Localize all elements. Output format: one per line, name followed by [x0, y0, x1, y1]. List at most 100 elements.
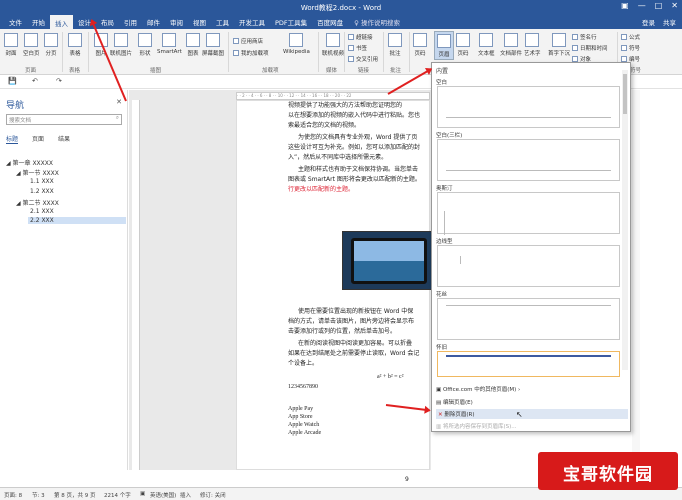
textbox-button[interactable]: 文本框: [478, 33, 495, 57]
body-text: 入”，然后从不同库中选择所需元素。: [288, 154, 388, 161]
search-document-input[interactable]: 搜索文档 ⌕: [6, 114, 122, 125]
store-button[interactable]: 应用商店: [233, 37, 263, 45]
page-break-button[interactable]: 分页: [44, 33, 58, 57]
tab-view[interactable]: 视图: [188, 16, 211, 28]
undo-icon[interactable]: ↶: [32, 77, 38, 85]
cover-page-icon: [4, 33, 18, 47]
minimize-button[interactable]: —: [638, 1, 646, 10]
group-symbols-label: 符号: [630, 68, 642, 74]
equation-button[interactable]: 公式: [621, 33, 640, 41]
page-number-button[interactable]: 页码: [456, 33, 470, 57]
cover-page-button[interactable]: 封面: [4, 33, 18, 57]
outline-item[interactable]: ◢ 第二节 XXXX: [16, 198, 59, 207]
outline-item[interactable]: ◢ 第一节 XXXX: [16, 168, 59, 177]
dropcap-button[interactable]: 首字下沉: [548, 33, 570, 57]
footer-number-button[interactable]: 页码: [413, 33, 427, 57]
tablet-picture[interactable]: [342, 231, 434, 290]
menu-edit-header[interactable]: ▤ 编辑页眉(E): [436, 398, 473, 406]
status-page[interactable]: 页面: 8: [4, 491, 22, 499]
date-time-button[interactable]: 日期和时间: [572, 44, 608, 52]
tab-insert[interactable]: 插入: [50, 15, 73, 29]
menu-more-headers[interactable]: ▣ Office.com 中的其他页眉(M) ›: [436, 385, 520, 393]
online-video-button[interactable]: 联机视频: [322, 33, 344, 57]
docparts-button[interactable]: 文档部件: [500, 33, 522, 57]
header-style-austin[interactable]: [437, 192, 620, 235]
body-text-red: 行更改以匹配新的主题。: [288, 186, 355, 193]
tell-me-search[interactable]: ♀ 操作说明搜索: [354, 17, 400, 27]
dropcap-label: 首字下沉: [548, 51, 571, 57]
outline-label: 第一章 XXXXX: [12, 160, 53, 167]
tab-layout[interactable]: 布局: [96, 16, 119, 28]
close-button[interactable]: ✕: [671, 1, 678, 10]
docparts-icon: [504, 33, 518, 47]
wikipedia-button[interactable]: Wikipedia: [283, 33, 310, 55]
nav-tab-headings[interactable]: 标题: [6, 134, 19, 144]
shapes-button[interactable]: 形状: [138, 33, 152, 57]
outline-item-selected[interactable]: 2.2 XXX: [28, 217, 126, 224]
close-icon[interactable]: ✕: [116, 98, 122, 106]
list-item: App Store: [288, 414, 313, 420]
gallery-scroll-thumb[interactable]: [623, 74, 627, 114]
page-break-label: 分页: [45, 51, 57, 57]
proofing-icon[interactable]: ▣: [140, 491, 145, 497]
vertical-scrollbar[interactable]: [632, 90, 640, 470]
table-button[interactable]: 表格: [68, 33, 82, 57]
outline-item[interactable]: 1.1 XXX: [30, 178, 54, 185]
smartart-button[interactable]: SmartArt: [157, 33, 182, 55]
signature-line-button[interactable]: 签名行: [572, 33, 597, 41]
save-icon[interactable]: 💾: [8, 77, 17, 85]
outline-item[interactable]: ◢ 第一章 XXXXX: [6, 158, 53, 167]
screenshot-button[interactable]: 屏幕截图: [202, 33, 224, 57]
status-track-changes[interactable]: 修订: 关闭: [200, 491, 226, 499]
share-button[interactable]: 共享: [663, 17, 676, 27]
blank-page-button[interactable]: 空白页: [23, 33, 40, 57]
tab-baidu-netdisk[interactable]: 百度网盘: [312, 16, 348, 28]
outline-item[interactable]: 2.1 XXX: [30, 208, 54, 215]
menu-remove-header[interactable]: ✕ 删除页眉(R): [436, 409, 628, 419]
chart-button[interactable]: 图表: [186, 33, 200, 57]
nav-tab-pages[interactable]: 页面: [32, 134, 44, 144]
header-style-filigree[interactable]: [437, 298, 620, 340]
redo-icon[interactable]: ↷: [56, 77, 62, 85]
ribbon-separator: [88, 32, 89, 72]
my-addins-button[interactable]: 我的加载项: [233, 49, 269, 57]
header-button[interactable]: 页眉: [434, 31, 454, 60]
status-section[interactable]: 节: 3: [32, 491, 45, 499]
tab-file[interactable]: 文件: [4, 16, 27, 28]
remove-icon: ✕: [438, 412, 443, 418]
header-style-blank[interactable]: [437, 86, 620, 128]
gallery-scrollbar[interactable]: [622, 70, 628, 370]
maximize-button[interactable]: □: [655, 1, 663, 10]
symbol-button[interactable]: 符号: [621, 44, 640, 52]
bookmark-button[interactable]: 书签: [348, 44, 367, 52]
navigation-title: 导航: [6, 101, 25, 111]
dropcap-icon: [552, 33, 566, 47]
tab-tools[interactable]: 工具: [211, 16, 234, 28]
hyperlink-button[interactable]: 超链接: [348, 33, 373, 41]
outline-label: 1.2 XXX: [30, 188, 54, 195]
tab-references[interactable]: 引用: [119, 16, 142, 28]
tab-developer[interactable]: 开发工具: [234, 16, 270, 28]
docparts-label: 文档部件: [500, 51, 523, 57]
tab-mailings[interactable]: 邮件: [142, 16, 165, 28]
comment-button[interactable]: 批注: [388, 33, 402, 57]
status-insert-mode[interactable]: 插入: [180, 491, 191, 499]
tab-review[interactable]: 审阅: [165, 16, 188, 28]
status-page-of[interactable]: 第 8 页，共 9 页: [54, 491, 96, 499]
status-word-count[interactable]: 2214 个字: [104, 491, 131, 499]
login-link[interactable]: 登录: [642, 17, 655, 27]
ribbon-display-options-icon[interactable]: ▣: [621, 1, 629, 10]
cross-reference-button[interactable]: 交叉引用: [348, 55, 378, 63]
status-language[interactable]: 英语(美国): [150, 491, 176, 499]
header-style-blank-three[interactable]: [437, 139, 620, 181]
wordart-button[interactable]: 艺术字: [524, 33, 541, 57]
outline-item[interactable]: 1.2 XXX: [30, 188, 54, 195]
header-style-retrospect[interactable]: [437, 351, 620, 377]
online-picture-button[interactable]: 联机图片: [110, 33, 132, 57]
tab-pdf-tools[interactable]: PDF工具集: [270, 16, 312, 28]
nav-tab-results[interactable]: 结果: [58, 134, 70, 144]
bookmark-icon: [348, 45, 354, 51]
header-style-sideline[interactable]: [437, 245, 620, 287]
tab-home[interactable]: 开始: [27, 16, 50, 28]
ribbon-separator: [62, 32, 63, 72]
